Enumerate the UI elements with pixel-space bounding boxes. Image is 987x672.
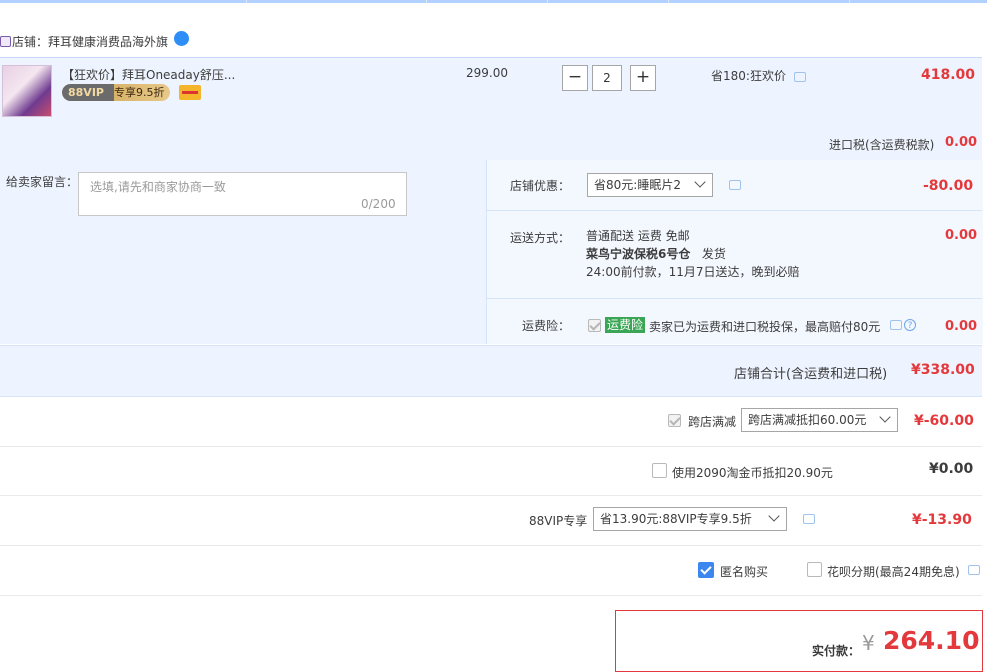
- anonymous-label: 匿名购买: [720, 565, 769, 579]
- unit-price: 299.00: [466, 66, 508, 80]
- decrease-quantity-button[interactable]: −: [562, 65, 588, 91]
- wangwang-chat-icon[interactable]: [174, 31, 189, 46]
- shipping-warehouse: 菜鸟宁波保税6号仓: [586, 247, 691, 261]
- anonymous-checkbox[interactable]: [698, 562, 714, 578]
- freight-insurance-value: 0.00: [945, 319, 978, 334]
- divider: [0, 446, 982, 447]
- cross-store-value: ¥-60.00: [914, 413, 974, 429]
- shop-name[interactable]: 店铺：拜耳健康消费品海外旗: [12, 33, 168, 50]
- divider: [0, 495, 982, 496]
- taobao-coin-value: ¥0.00: [929, 461, 974, 477]
- vip88-select[interactable]: 省13.90元:88VIP专享9.5折: [593, 507, 787, 531]
- saving-text: 省180:狂欢价: [711, 69, 786, 83]
- shipping-warehouse-row: 菜鸟宁波保税6号仓 发货: [586, 245, 726, 263]
- shipping-label: 运送方式：: [510, 231, 571, 245]
- payment-amount: 264.10: [883, 626, 980, 655]
- item-total: 418.00: [921, 67, 976, 83]
- discount-info-icon[interactable]: [729, 180, 741, 190]
- import-tax-label: 进口税(含运费税款): [829, 138, 935, 152]
- vip88-selected: 省13.90元:88VIP专享9.5折: [600, 512, 752, 526]
- shipping-delivery-time: 24:00前付款，11月7日送达，晚到必赔: [586, 265, 800, 279]
- shop-discount-selected: 省80元:睡眠片2: [594, 178, 681, 192]
- divider: [487, 298, 982, 299]
- message-char-count: 0/200: [361, 197, 396, 211]
- divider: [0, 595, 982, 596]
- divider: [487, 210, 982, 211]
- shop-icon: [0, 36, 11, 47]
- message-label: 给卖家留言：: [6, 175, 79, 189]
- payment-label: 实付款：: [812, 644, 861, 658]
- cross-store-selected: 跨店满减抵扣60.00元: [748, 413, 867, 427]
- freight-insurance-label: 运费险：: [522, 319, 571, 333]
- import-tax-value: 0.00: [945, 135, 978, 150]
- product-thumbnail[interactable]: [2, 65, 52, 117]
- increase-quantity-button[interactable]: +: [630, 65, 656, 91]
- huabei-checkbox[interactable]: [807, 562, 822, 577]
- taobao-coin-checkbox[interactable]: [652, 463, 667, 478]
- freight-insurance-tag: 运费险: [605, 317, 646, 333]
- freight-insurance-text: 卖家已为运费和进口税投保，最高赔付80元: [649, 320, 881, 334]
- freight-insurance-checkbox[interactable]: [588, 319, 601, 332]
- chevron-down-icon: [694, 176, 706, 188]
- cross-store-label: 跨店满减: [688, 415, 737, 429]
- product-title[interactable]: 【狂欢价】拜耳Oneaday舒压...: [62, 66, 235, 83]
- vip88-label: 88VIP专享: [529, 514, 588, 528]
- shop-total-value: ¥338.00: [911, 362, 975, 378]
- vip-badge: 88VIP 专享9.5折: [62, 84, 171, 101]
- top-border: [0, 0, 987, 3]
- vip-tag: 88VIP: [68, 86, 104, 99]
- shipping-value: 0.00: [945, 228, 978, 243]
- shop-discount-value: -80.00: [923, 178, 974, 194]
- vip88-value: ¥-13.90: [912, 512, 972, 528]
- help-question-icon[interactable]: ?: [904, 319, 916, 331]
- chevron-down-icon: [879, 411, 891, 423]
- cross-store-select[interactable]: 跨店满减抵扣60.00元: [741, 408, 898, 432]
- chevron-down-icon: [768, 510, 780, 522]
- insurance-chat-icon[interactable]: [890, 320, 902, 330]
- shipping-dispatch: 发货: [701, 247, 726, 261]
- payment-currency: ¥: [862, 631, 875, 655]
- quantity-input[interactable]: 2: [592, 65, 622, 91]
- vip-discount: 专享9.5折: [113, 86, 165, 99]
- huabei-label: 花呗分期(最高24期免息): [827, 565, 960, 579]
- vip88-info-icon[interactable]: [803, 514, 815, 524]
- shop-discount-label: 店铺优惠：: [510, 179, 571, 193]
- shop-discount-select[interactable]: 省80元:睡眠片2: [587, 173, 713, 197]
- huabei-info-icon[interactable]: [968, 565, 980, 575]
- promo-info-icon[interactable]: [794, 72, 806, 82]
- message-placeholder: 选填,请先和商家协商一致: [90, 180, 226, 194]
- cross-store-checkbox[interactable]: [668, 414, 681, 427]
- shipping-method: 普通配送 运费 免邮: [586, 229, 690, 243]
- card-icon: [179, 85, 201, 100]
- shop-total-label: 店铺合计(含运费和进口税): [734, 367, 888, 382]
- divider: [0, 545, 982, 546]
- taobao-coin-label: 使用2090淘金币抵扣20.90元: [672, 466, 833, 480]
